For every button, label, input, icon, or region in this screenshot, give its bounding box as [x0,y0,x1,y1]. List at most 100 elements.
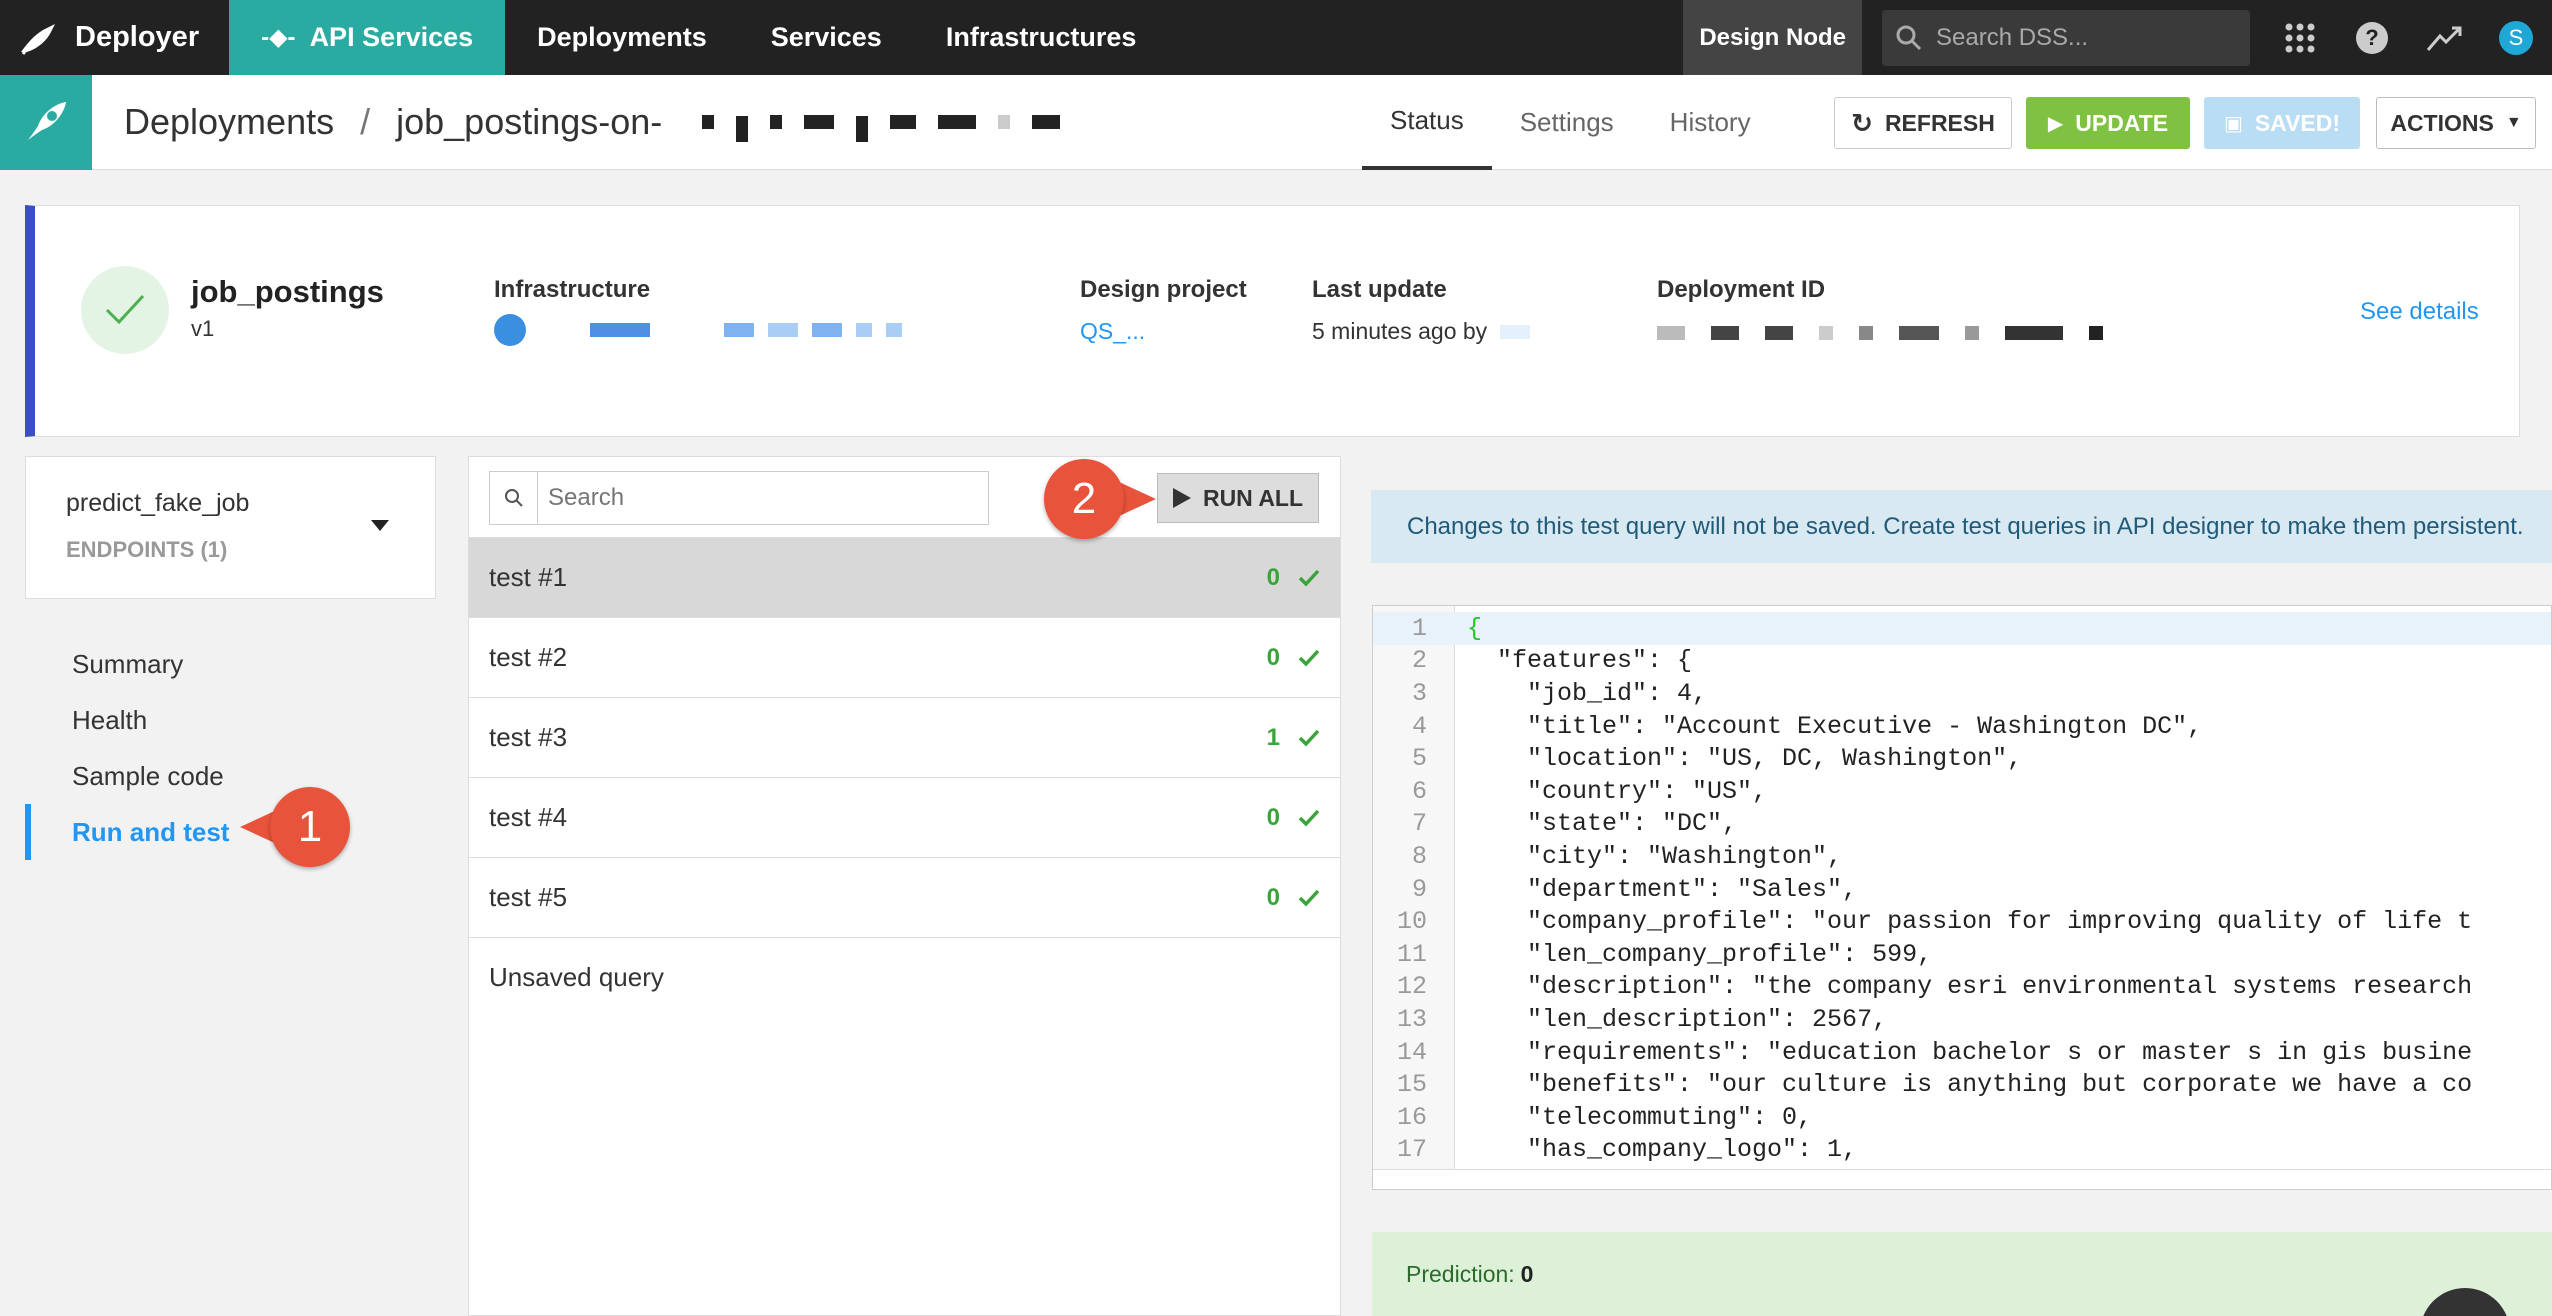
run-all-button[interactable]: RUN ALL [1157,473,1319,523]
prediction-value: 0 [1520,1260,1534,1287]
unsaved-query-row[interactable]: Unsaved query [469,937,1340,1017]
code-line: 6 "country": "US", [1373,775,2551,808]
play-icon [1172,488,1191,508]
rocket-icon [0,74,92,170]
code-line: 7 "state": "DC", [1373,808,2551,841]
nav-tab-label: API Services [309,22,474,52]
user-avatar[interactable]: S [2480,0,2552,75]
deployment-version: v1 [191,316,215,341]
actions-button[interactable]: ACTIONS ▼ [2376,97,2536,149]
line-number: 11 [1396,939,1427,969]
line-number: 5 [1411,744,1427,774]
test-search-field[interactable] [538,472,988,524]
see-details-link[interactable]: See details [2360,298,2479,326]
code-line: 2 "features": { [1373,645,2551,678]
code-text: "benefits": "our culture is anything but… [1467,1070,2473,1100]
code-line: 16 "telecommuting": 0, [1373,1101,2551,1134]
code-line: 11 "len_company_profile": 599, [1373,938,2551,971]
app-brand[interactable]: Deployer [75,21,229,54]
code-text: "state": "DC", [1467,809,1738,839]
design-project-link[interactable]: QS_... [1080,318,1145,345]
redacted-text [702,102,1061,142]
bird-logo-icon[interactable] [0,0,75,75]
breadcrumb-deployments[interactable]: Deployments [124,101,334,143]
test-row[interactable]: test #4 0 [469,777,1340,857]
nav-tab-api-services[interactable]: -◆- API Services [229,0,506,75]
search-placeholder: Search DSS... [1936,23,2089,51]
code-text: "country": "US", [1467,776,1768,806]
code-line: 12 "description": "the company esri envi… [1373,971,2551,1004]
line-number: 4 [1411,711,1427,741]
test-row[interactable]: test #1 0 [469,537,1340,617]
nav-tab-infrastructures[interactable]: Infrastructures [914,0,1169,75]
callout-1: 1 [240,787,350,867]
tab-status[interactable]: Status [1362,75,1492,170]
infrastructure-icon [494,314,526,346]
endpoint-name: predict_fake_job [66,489,250,517]
test-label: test #4 [489,802,568,832]
save-icon: ▣ [2223,112,2243,135]
api-services-icon: -◆- [261,24,296,51]
unsaved-notice: Changes to this test query will not be s… [1371,490,2552,563]
test-result: 0 [1266,883,1280,911]
line-number: 16 [1396,1102,1427,1132]
update-button[interactable]: ▶ UPDATE [2026,97,2190,149]
side-nav-sample-code[interactable]: Sample code [25,748,436,804]
deployment-header: Deployments / job_postings-on- Status Se… [0,74,2552,170]
line-number: 9 [1411,874,1427,904]
callout-number: 2 [1044,459,1124,539]
refresh-label: REFRESH [1884,109,1995,136]
search-icon [490,472,538,524]
apps-grid-icon[interactable] [2264,0,2336,75]
side-nav-run-and-test[interactable]: Run and test [25,804,436,860]
test-label: test #3 [489,722,568,752]
global-search-input[interactable]: Search DSS... [1882,9,2250,66]
code-line: 8 "city": "Washington", [1373,840,2551,873]
test-row[interactable]: test #2 0 [469,617,1340,697]
design-node-link[interactable]: Design Node [1683,0,1862,75]
test-row[interactable]: test #3 1 [469,697,1340,777]
nav-tab-deployments[interactable]: Deployments [505,0,739,75]
code-line: 17 "has_company_logo": 1, [1373,1134,2551,1167]
line-number: 13 [1396,1004,1427,1034]
saved-button[interactable]: ▣ SAVED! [2204,97,2360,149]
line-number: 14 [1396,1037,1427,1067]
code-line: 4 "title": "Account Executive - Washingt… [1373,710,2551,743]
deployment-tabs: Status Settings History [1362,75,1779,170]
test-queries-panel: RUN ALL test #1 0 test #2 0 test #3 1 te… [468,456,1341,1316]
editor-scrollbar[interactable] [1373,1169,2551,1189]
nav-tab-services[interactable]: Services [739,0,914,75]
breadcrumb: Deployments / job_postings-on- [92,101,1061,143]
query-json-editor[interactable]: 1{2 "features": {3 "job_id": 4, 4 "title"… [1372,605,2552,1190]
test-result: 0 [1266,563,1280,591]
trending-icon[interactable] [2408,0,2480,75]
test-result: 0 [1266,643,1280,671]
tab-history[interactable]: History [1642,75,1779,170]
test-label: test #5 [489,882,568,912]
success-check-icon [81,266,169,354]
check-icon [1298,809,1320,827]
endpoint-selector[interactable]: predict_fake_job ENDPOINTS (1) [25,456,436,599]
search-icon [1896,25,1922,50]
last-update-text: 5 minutes ago by [1312,318,1488,344]
side-nav-health[interactable]: Health [25,692,436,748]
callout-2: 2 [1044,459,1156,539]
test-search-input[interactable] [489,471,989,525]
test-row[interactable]: test #5 0 [469,857,1340,937]
refresh-button[interactable]: ↻ REFRESH [1834,97,2012,149]
line-number: 3 [1411,678,1427,708]
check-icon [1298,729,1320,747]
deployment-status-card: job_postings v1 Infrastructure Design pr… [25,205,2520,437]
side-nav-summary[interactable]: Summary [25,636,436,692]
line-number: 10 [1396,907,1427,937]
code-line: 14 "requirements": "education bachelor s… [1373,1036,2551,1069]
code-text: "has_company_logo": 1, [1467,1135,1858,1165]
test-list: test #1 0 test #2 0 test #3 1 test #4 0 … [469,537,1340,1017]
top-navbar: Deployer -◆- API Services Deployments Se… [0,0,2552,75]
tab-settings[interactable]: Settings [1492,75,1642,170]
code-text: "location": "US, DC, Washington", [1467,744,2023,774]
code-line: 13 "len_description": 2567, [1373,1003,2551,1036]
code-text: "company_profile": "our passion for impr… [1467,907,2473,937]
check-icon [1298,889,1320,907]
help-icon[interactable]: ? [2336,0,2408,75]
